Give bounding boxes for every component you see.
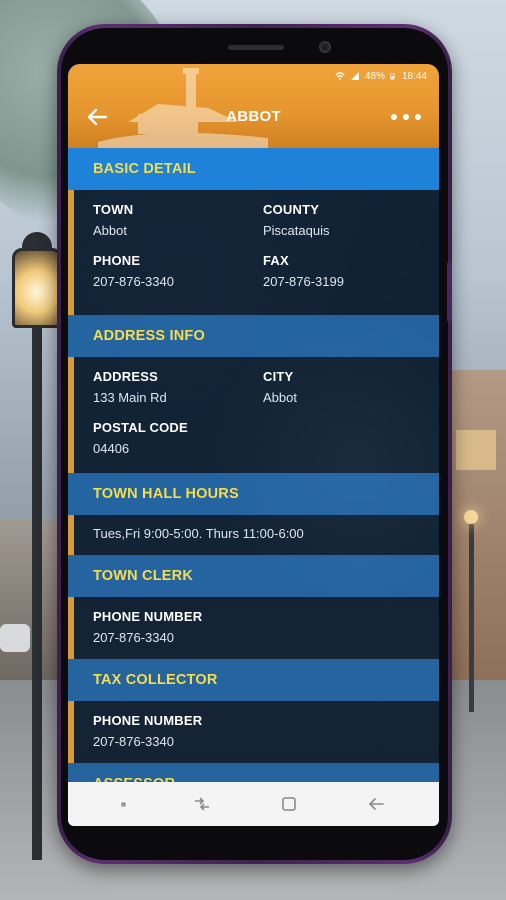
lighthouse-illustration: [98, 68, 268, 148]
nav-dot-icon[interactable]: [120, 801, 126, 807]
signal-icon: [350, 72, 359, 80]
more-options-button[interactable]: [391, 108, 421, 126]
distant-lamp-post: [469, 522, 474, 712]
town-hall-hours-card: Tues,Fri 9:00-5:00. Thurs 11:00-6:00: [68, 515, 439, 555]
tax-phone-field: PHONE NUMBER 207-876-3340: [93, 701, 393, 752]
detail-row: Tues,Fri 9:00-5:00. Thurs 11:00-6:00: [74, 515, 439, 544]
phone-speaker: [228, 45, 284, 50]
parked-car: [0, 624, 30, 652]
detail-row: PHONE 207-876-3340 FAX 207-876-3199: [74, 241, 439, 292]
detail-row: PHONE NUMBER 207-876-3340: [74, 701, 439, 752]
detail-row: PHONE NUMBER 207-876-3340: [74, 597, 439, 648]
system-back-button[interactable]: [365, 793, 387, 815]
clerk-phone-label: PHONE NUMBER: [93, 609, 203, 624]
city-label: CITY: [263, 369, 294, 384]
building-window: [456, 430, 496, 470]
address-field: ADDRESS 133 Main Rd: [93, 357, 263, 408]
county-label: COUNTY: [263, 202, 320, 217]
section-header-town-hall-hours: TOWN HALL HOURS: [68, 473, 439, 515]
postal-code-field: POSTAL CODE 04406: [93, 408, 263, 459]
tax-collector-card: PHONE NUMBER 207-876-3340: [68, 701, 439, 763]
phone-label: PHONE: [93, 253, 141, 268]
phone-camera: [319, 41, 331, 53]
town-value: Abbot: [93, 223, 127, 238]
more-dot-icon: [415, 114, 421, 120]
fax-value: 207-876-3199: [263, 274, 344, 289]
detail-row: ADDRESS 133 Main Rd CITY Abbot: [74, 357, 439, 408]
battery-percent: 48%: [364, 70, 385, 82]
town-field: TOWN Abbot: [93, 190, 263, 241]
fax-label: FAX: [263, 253, 289, 268]
app-bar: 48% 18:44 ABBOT: [68, 64, 439, 148]
more-dot-icon: [403, 114, 409, 120]
system-nav-bar: [68, 782, 439, 826]
town-clerk-card: PHONE NUMBER 207-876-3340: [68, 597, 439, 659]
building-left: [0, 520, 60, 680]
street-lamp-light: [12, 248, 62, 328]
app-screen: 48% 18:44 ABBOT BASIC DETAIL TOWN Abbot …: [68, 64, 439, 826]
county-field: COUNTY Piscataquis: [263, 190, 433, 241]
county-value: Piscataquis: [263, 223, 330, 238]
street-lamp-post: [32, 320, 42, 860]
detail-list: BASIC DETAIL TOWN Abbot COUNTY Piscataqu…: [68, 148, 439, 805]
home-button[interactable]: [278, 793, 300, 815]
phone-value[interactable]: 207-876-3340: [93, 274, 263, 292]
fax-field: FAX 207-876-3199: [263, 241, 433, 292]
basic-detail-card: TOWN Abbot COUNTY Piscataquis PHONE 207-…: [68, 190, 439, 315]
clock: 18:44: [401, 70, 427, 82]
detail-row: POSTAL CODE 04406: [74, 408, 439, 459]
detail-row: TOWN Abbot COUNTY Piscataquis: [74, 190, 439, 241]
phone-side-button: [447, 262, 452, 322]
city-field: CITY Abbot: [263, 357, 433, 408]
more-dot-icon: [391, 114, 397, 120]
recent-apps-button[interactable]: [191, 793, 213, 815]
town-hall-hours-value: Tues,Fri 9:00-5:00. Thurs 11:00-6:00: [93, 526, 304, 541]
address-info-card: ADDRESS 133 Main Rd CITY Abbot POSTAL CO…: [68, 357, 439, 473]
postal-code-label: POSTAL CODE: [93, 420, 188, 435]
address-value[interactable]: 133 Main Rd: [93, 390, 263, 408]
address-label: ADDRESS: [93, 369, 158, 384]
section-header-basic-detail: BASIC DETAIL: [68, 148, 439, 190]
clerk-phone-field: PHONE NUMBER 207-876-3340: [93, 597, 393, 648]
distant-lamp-light: [464, 510, 478, 524]
wifi-icon: [335, 72, 345, 80]
recent-apps-icon: [194, 797, 209, 811]
back-arrow-icon: [368, 798, 384, 810]
battery-icon: [390, 73, 395, 80]
home-square-icon: [281, 797, 296, 811]
town-label: TOWN: [93, 202, 134, 217]
page-title: ABBOT: [226, 108, 281, 125]
city-value: Abbot: [263, 390, 297, 405]
section-header-tax-collector: TAX COLLECTOR: [68, 659, 439, 701]
postal-code-value: 04406: [93, 441, 130, 456]
tax-phone-label: PHONE NUMBER: [93, 713, 203, 728]
tax-phone-value[interactable]: 207-876-3340: [93, 734, 393, 752]
status-bar: 48% 18:44: [335, 69, 427, 83]
phone-field: PHONE 207-876-3340: [93, 241, 263, 292]
section-header-address-info: ADDRESS INFO: [68, 315, 439, 357]
clerk-phone-value[interactable]: 207-876-3340: [93, 630, 393, 648]
section-header-town-clerk: TOWN CLERK: [68, 555, 439, 597]
